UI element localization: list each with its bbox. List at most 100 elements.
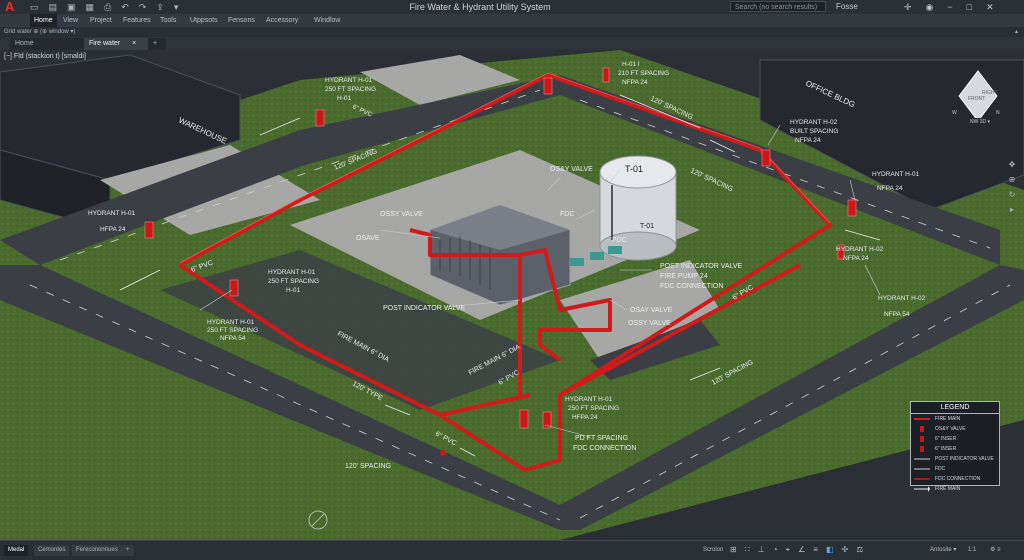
legend-item: FIRE MAIN bbox=[911, 414, 999, 424]
view-cube-face-label: FRONT bbox=[968, 96, 986, 102]
pan-icon[interactable]: ✥ bbox=[1009, 160, 1016, 169]
fdc-connection-symbol-icon bbox=[914, 478, 930, 480]
viewport-controls[interactable]: [−] Fld (stackion t) [smaldi] bbox=[4, 53, 86, 60]
legend-item: FDC CONNECTION bbox=[911, 474, 999, 484]
lineweight-icon[interactable]: ≡ bbox=[813, 544, 818, 556]
share-icon[interactable]: ⇪ bbox=[156, 2, 164, 12]
annotation-text: NFPA 24 bbox=[795, 137, 821, 144]
annotation-text: OSSY VALVE bbox=[628, 320, 671, 327]
view-cube-face-label: RIGHT bbox=[982, 90, 998, 96]
annotation-text-status[interactable]: Antosite ▾ bbox=[930, 544, 956, 556]
layout-tab-model[interactable]: Medal bbox=[4, 545, 29, 556]
grid-icon[interactable]: ⊞ bbox=[730, 544, 737, 556]
legend-title: LEGEND bbox=[911, 402, 999, 414]
ribbon-tab-view[interactable]: View bbox=[63, 14, 78, 27]
dropdown-icon[interactable]: ▾ bbox=[174, 2, 179, 12]
legend-label: 6" INSER bbox=[935, 446, 957, 452]
ribbon-tab-tools[interactable]: Tools bbox=[160, 14, 176, 27]
annotation-text: HYDRANT H-01 bbox=[872, 171, 920, 178]
ribbon-tab-home[interactable]: Home bbox=[30, 14, 57, 27]
ribbon-tab-project[interactable]: Project bbox=[90, 14, 112, 27]
annotation-text: POST INDICATOR VALVE bbox=[383, 305, 466, 312]
ribbon-tab-window[interactable]: Windlow bbox=[314, 14, 340, 27]
view-cube[interactable]: FRONT RIGHT W N NW 3D ▾ bbox=[952, 70, 1010, 138]
info-icon[interactable]: ◉ bbox=[926, 0, 934, 14]
save-icon[interactable]: ▣ bbox=[67, 2, 76, 12]
hydrant-icon bbox=[315, 109, 325, 127]
hydrant-icon bbox=[229, 279, 239, 297]
close-tab-icon[interactable]: × bbox=[132, 40, 136, 47]
ribbon-tab-fensons[interactable]: Fensons bbox=[228, 14, 255, 27]
hydrant-icon bbox=[761, 149, 771, 167]
hydrant-symbol-icon bbox=[920, 446, 924, 452]
annotation-text: HYDRANT H-02 bbox=[790, 119, 838, 126]
annotation-text: PDC bbox=[612, 237, 627, 244]
save-as-icon[interactable]: ▦ bbox=[86, 2, 95, 12]
annotation-text: OS&Y VALVE bbox=[550, 166, 593, 173]
workspace-icon[interactable]: ⚙ ≡ bbox=[990, 544, 1001, 556]
annotation-text: NFPA 24 bbox=[622, 79, 648, 86]
annotation-text: FDC bbox=[560, 211, 574, 218]
osnap-icon[interactable]: ⌖ bbox=[786, 544, 791, 556]
piv-symbol-icon bbox=[914, 458, 930, 460]
app-logo[interactable]: A bbox=[5, 0, 17, 14]
app-title: Fire Water & Hydrant Utility System bbox=[409, 2, 551, 12]
gizmo-icon[interactable]: ✣ bbox=[842, 544, 849, 556]
doc-tab-fire-water[interactable]: Fire water × bbox=[84, 38, 152, 50]
ribbon-tab-accessory[interactable]: Accessory bbox=[266, 14, 298, 27]
hydrant-icon bbox=[144, 221, 154, 239]
hydrant-symbol-icon bbox=[920, 436, 924, 442]
annotation-text: OSAVE bbox=[356, 235, 380, 242]
maximize-button[interactable]: □ bbox=[967, 0, 972, 14]
ortho-icon[interactable]: ⊥ bbox=[758, 544, 765, 556]
layout-tab-3[interactable]: Ferecononnues bbox=[72, 545, 122, 556]
annotation-text: HYDRANT H-01 bbox=[207, 319, 255, 326]
close-button[interactable]: ✕ bbox=[986, 0, 994, 14]
document-tabs: Home Fire water × + bbox=[0, 37, 1024, 50]
selection-icon[interactable]: ◧ bbox=[826, 544, 834, 556]
showmotion-icon[interactable]: ▸ bbox=[1010, 205, 1014, 214]
undo-icon[interactable]: ↶ bbox=[121, 2, 129, 12]
otrack-icon[interactable]: ∠ bbox=[798, 544, 805, 556]
minimize-button[interactable]: − bbox=[947, 0, 952, 14]
zoom-icon[interactable]: ⊕ bbox=[1009, 175, 1016, 184]
legend-item: POST INDICATOR VALVE bbox=[911, 454, 999, 464]
open-file-icon[interactable]: ▤ bbox=[49, 2, 58, 12]
arrow-symbol-icon bbox=[914, 486, 930, 492]
annotation-text: BUILT SPACING bbox=[790, 128, 838, 135]
annotation-scale-icon[interactable]: ⚖ bbox=[856, 544, 863, 556]
polar-icon[interactable]: ◔ bbox=[773, 544, 778, 556]
status-search-text[interactable]: Scrolon bbox=[703, 544, 723, 556]
annotation-text: NFPA 54 bbox=[220, 335, 246, 342]
help-icon[interactable]: ✛ bbox=[904, 0, 912, 14]
annotation-text: HYDRANT H-02 bbox=[878, 295, 926, 302]
doc-tab-home[interactable]: Home bbox=[10, 38, 90, 50]
new-tab-button[interactable]: + bbox=[148, 38, 166, 50]
annotation-text: 250 FT SPACING bbox=[207, 327, 258, 334]
user-name[interactable]: Fosse bbox=[836, 0, 858, 14]
ribbon-tab-utppsots[interactable]: Utppsots bbox=[190, 14, 218, 27]
legend-item: 6" INSER bbox=[911, 434, 999, 444]
legend-label: FDC CONNECTION bbox=[935, 476, 981, 482]
legend-label: FIRE MAIN bbox=[935, 486, 961, 492]
print-icon[interactable]: ⎙ bbox=[104, 2, 111, 12]
ribbon-collapse-icon[interactable]: ▴ bbox=[1015, 27, 1018, 37]
annotation-text: 120' SPACING bbox=[345, 463, 391, 470]
view-mode-dropdown[interactable]: NW 3D ▾ bbox=[968, 118, 993, 126]
snap-icon[interactable]: ∷ bbox=[745, 544, 750, 556]
ribbon-workspace-text[interactable]: Grid water ⊕ (⊕ window ▾) bbox=[4, 27, 75, 37]
hydrant-icon bbox=[847, 199, 857, 217]
add-layout-button[interactable]: + bbox=[122, 545, 134, 556]
redo-icon[interactable]: ↷ bbox=[139, 2, 147, 12]
annotation-text: HYDRANT H-01 bbox=[565, 396, 613, 403]
annotation-text: HYDRANT H-02 bbox=[836, 246, 884, 253]
drawing-viewport[interactable]: [−] Fld (stackion t) [smaldi] WAREHOUSE … bbox=[0, 50, 1024, 540]
annotation-text: PD FT SPACING bbox=[575, 435, 628, 442]
ribbon-tab-features[interactable]: Features bbox=[123, 14, 151, 27]
new-file-icon[interactable]: ▭ bbox=[30, 2, 39, 12]
layout-tab-2[interactable]: Cemontes bbox=[34, 545, 70, 556]
annotation-text: H-01 bbox=[337, 95, 351, 102]
orbit-icon[interactable]: ↻ bbox=[1009, 190, 1016, 199]
search-input[interactable]: Search (no search results) bbox=[730, 1, 826, 12]
scale-readout[interactable]: 1:1 bbox=[968, 544, 976, 556]
